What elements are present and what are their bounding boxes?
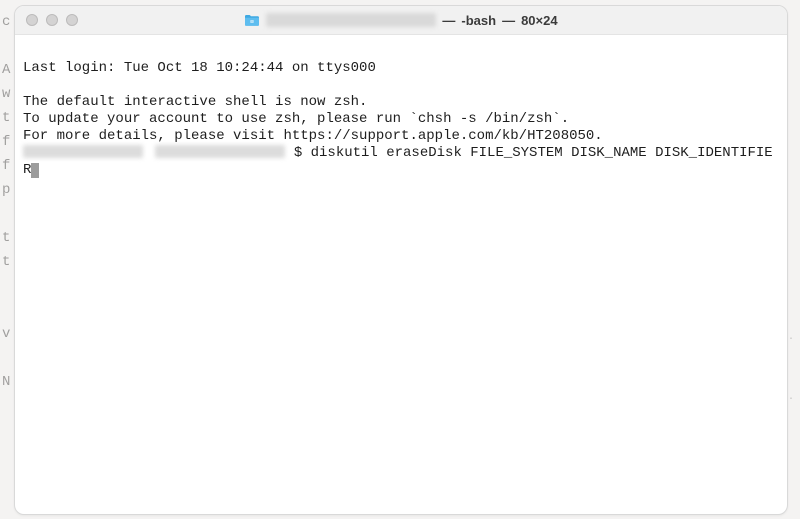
zsh-notice-3: For more details, please visit https://s… [23, 128, 603, 144]
prompt-separator: $ [294, 145, 302, 161]
terminal-body[interactable]: Last login: Tue Oct 18 10:24:44 on ttys0… [15, 35, 787, 514]
zoom-icon[interactable] [66, 14, 78, 26]
title-redacted [266, 13, 436, 27]
zsh-notice-1: The default interactive shell is now zsh… [23, 94, 367, 110]
titlebar[interactable]: — -bash — 80×24 [15, 6, 787, 35]
cursor [31, 163, 39, 178]
title-shell: -bash [461, 13, 496, 28]
title-size: 80×24 [521, 13, 558, 28]
background-noise-right: ·· [788, 310, 798, 430]
folder-icon [244, 14, 260, 27]
prompt-line: $ diskutil eraseDisk FILE_SYSTEM DISK_NA… [23, 145, 773, 178]
close-icon[interactable] [26, 14, 38, 26]
minimize-icon[interactable] [46, 14, 58, 26]
prompt-user-redacted [23, 145, 143, 158]
window-title: — -bash — 80×24 [15, 13, 787, 28]
last-login-line: Last login: Tue Oct 18 10:24:44 on ttys0… [23, 60, 376, 76]
zsh-notice-2: To update your account to use zsh, pleas… [23, 111, 569, 127]
title-sep-2: — [502, 13, 515, 28]
prompt-host-redacted [155, 145, 285, 158]
terminal-window: — -bash — 80×24 Last login: Tue Oct 18 1… [14, 5, 788, 515]
background-noise-left: c A w t f f p t t v N [2, 10, 14, 490]
traffic-lights [15, 14, 78, 26]
title-sep-1: — [442, 13, 455, 28]
